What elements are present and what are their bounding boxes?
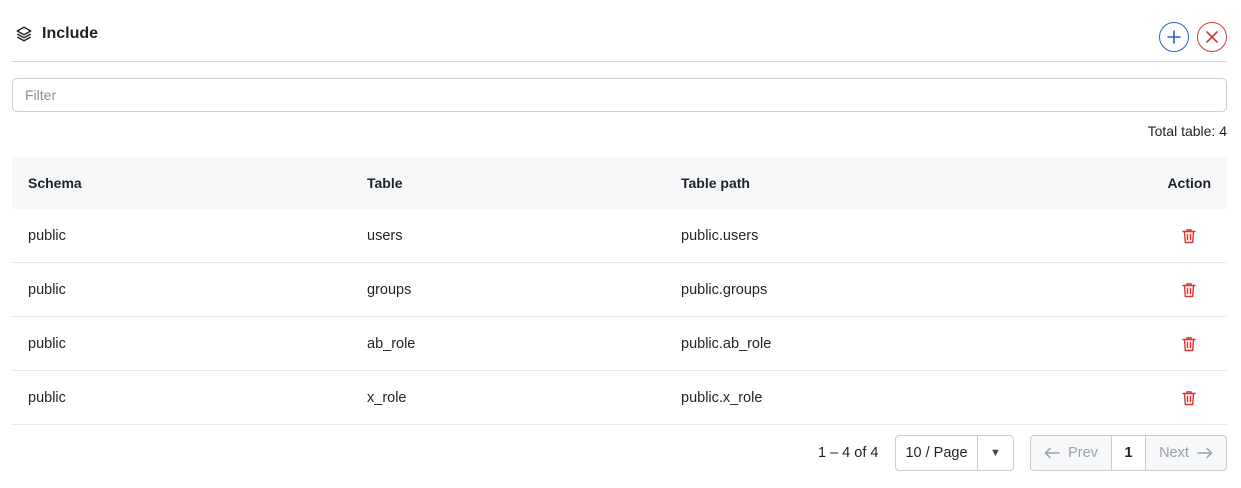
total-table-count: Total table: 4 <box>1147 123 1227 139</box>
arrow-right-icon <box>1197 447 1213 459</box>
column-header-schema: Schema <box>28 175 82 191</box>
prev-label: Prev <box>1068 445 1098 461</box>
cell-table-path: public.groups <box>681 281 768 298</box>
trash-icon <box>1182 390 1196 405</box>
arrow-left-icon <box>1044 447 1060 459</box>
page-size-select[interactable]: 10 / Page ▼ <box>895 435 1014 471</box>
layers-icon <box>14 24 34 44</box>
cell-schema: public <box>28 227 66 244</box>
include-table: Schema Table Table path Action public us… <box>12 157 1227 425</box>
delete-button[interactable] <box>1182 228 1196 244</box>
table-row: public x_role public.x_role <box>12 371 1227 425</box>
close-button[interactable] <box>1197 22 1227 52</box>
delete-button[interactable] <box>1182 282 1196 298</box>
close-icon <box>1206 31 1218 43</box>
page-title: Include <box>42 25 99 42</box>
prev-button[interactable]: Prev <box>1031 436 1112 470</box>
column-header-table: Table <box>367 175 403 191</box>
next-label: Next <box>1159 445 1189 461</box>
trash-icon <box>1182 336 1196 351</box>
chevron-down-icon[interactable]: ▼ <box>978 436 1013 470</box>
pagination: 1 – 4 of 4 10 / Page ▼ Prev 1 Next <box>0 435 1241 471</box>
column-header-table-path: Table path <box>681 175 750 191</box>
cell-table: users <box>367 227 403 244</box>
cell-table: ab_role <box>367 335 416 352</box>
cell-table-path: public.users <box>681 227 759 244</box>
table-header-row: Schema Table Table path Action <box>12 157 1227 209</box>
cell-schema: public <box>28 335 66 352</box>
page-navigation: Prev 1 Next <box>1030 435 1227 471</box>
pagination-range: 1 – 4 of 4 <box>818 445 879 461</box>
table-row: public groups public.groups <box>12 263 1227 317</box>
cell-table: groups <box>367 281 412 298</box>
delete-button[interactable] <box>1182 336 1196 352</box>
table-row: public users public.users <box>12 209 1227 263</box>
cell-schema: public <box>28 281 66 298</box>
header-title-group: Include <box>14 24 98 44</box>
cell-table-path: public.ab_role <box>681 335 772 352</box>
cell-table-path: public.x_role <box>681 389 763 406</box>
plus-icon <box>1167 30 1181 44</box>
table-row: public ab_role public.ab_role <box>12 317 1227 371</box>
page-number-current[interactable]: 1 <box>1112 436 1146 470</box>
filter-input[interactable] <box>12 78 1227 112</box>
trash-icon <box>1182 228 1196 243</box>
next-button[interactable]: Next <box>1146 436 1226 470</box>
cell-table: x_role <box>367 389 407 406</box>
column-header-action: Action <box>1167 175 1211 191</box>
delete-button[interactable] <box>1182 390 1196 406</box>
trash-icon <box>1182 282 1196 297</box>
add-button[interactable] <box>1159 22 1189 52</box>
page-size-value: 10 / Page <box>896 436 978 470</box>
section-header: Include <box>12 18 1227 62</box>
cell-schema: public <box>28 389 66 406</box>
